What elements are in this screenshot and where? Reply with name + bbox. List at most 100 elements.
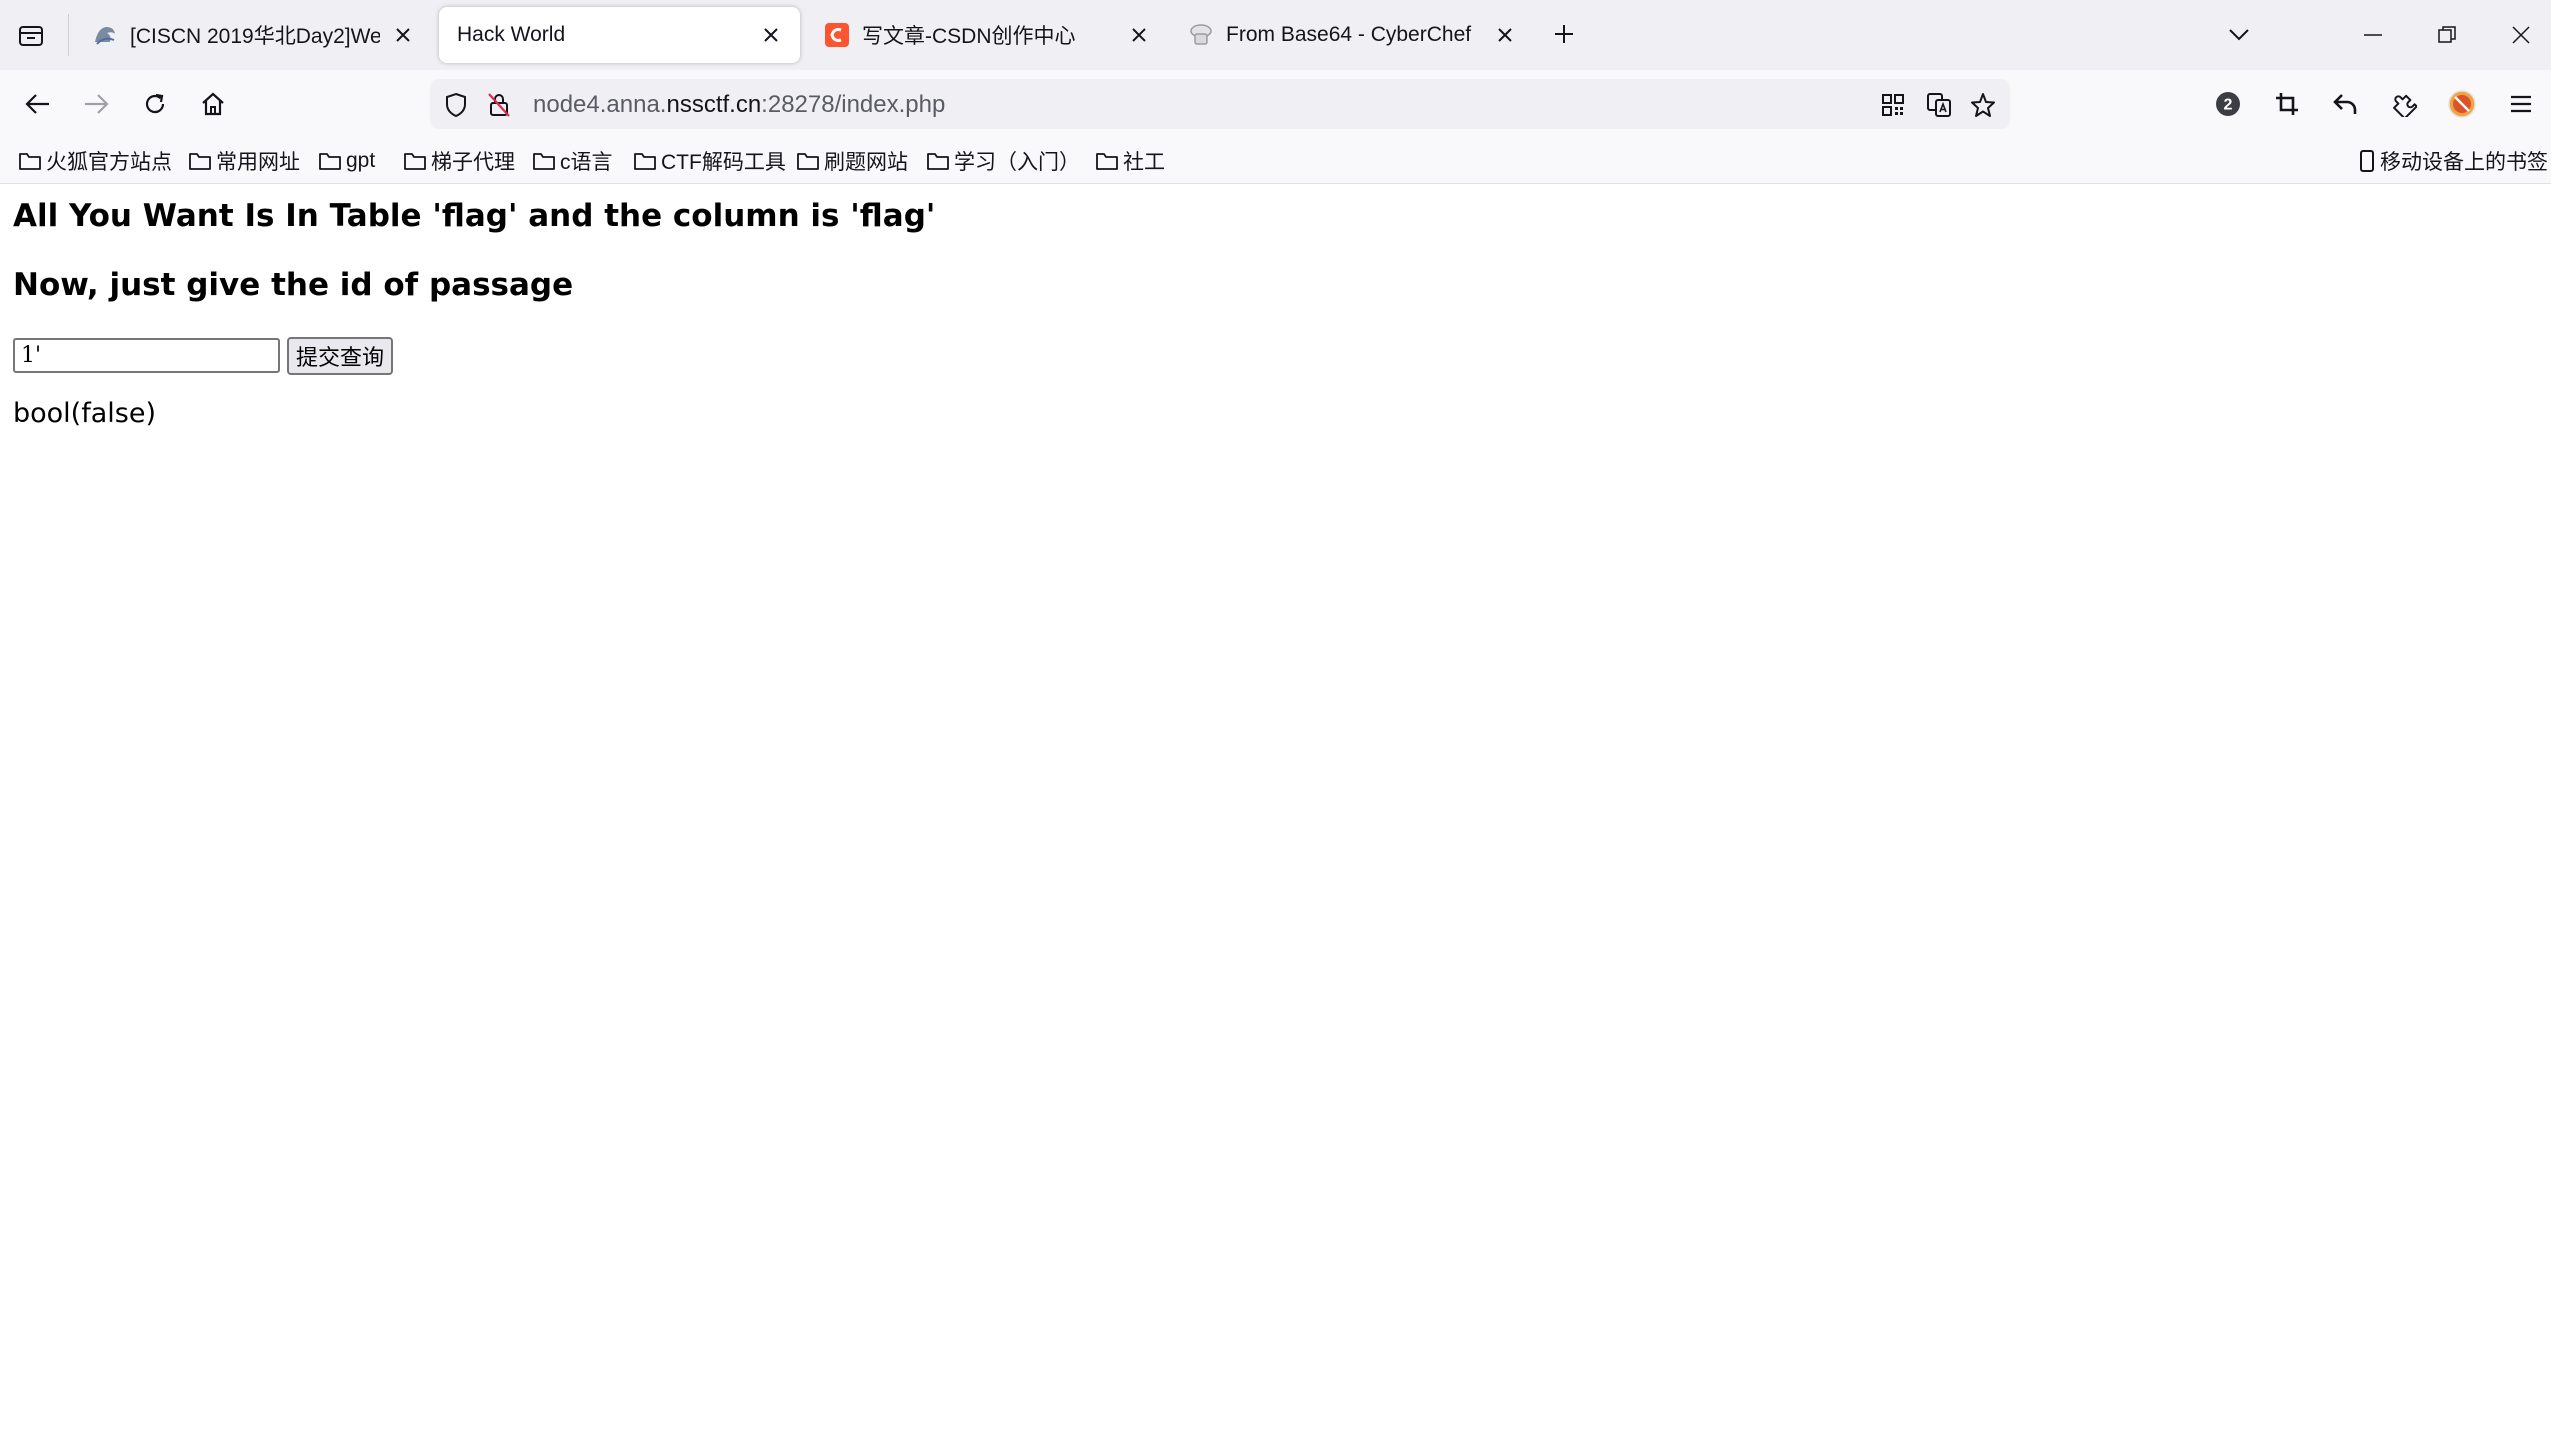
profile-button[interactable]: [2442, 84, 2482, 124]
back-button[interactable]: [18, 84, 58, 124]
folder-icon: [403, 149, 427, 173]
back-arrow-icon: [25, 94, 49, 114]
url-domain: nssctf.cn: [666, 91, 762, 118]
folder-icon: [796, 149, 820, 173]
bookmarks-toolbar: 火狐官方站点 常用网址 gpt 梯子代理 c语言 CTF解码工具 刷题网站 学习…: [0, 138, 2551, 184]
extensions-button[interactable]: [2384, 84, 2424, 124]
tab-title: [CISCN 2019华北Day2]Web1: [130, 25, 380, 48]
url-prefix: node4.anna.: [533, 91, 667, 118]
tab-cyberchef[interactable]: From Base64 - CyberChef: [1170, 7, 1534, 63]
url-bar[interactable]: node4.anna.nssctf.cn:28278/index.php: [430, 79, 2010, 129]
tab-title: Hack World: [457, 23, 566, 46]
bookmark-folder[interactable]: 火狐官方站点: [18, 146, 172, 176]
home-button[interactable]: [193, 84, 233, 124]
puzzle-icon: [2393, 94, 2417, 117]
bookmark-label: 学习（入门）: [954, 151, 1080, 174]
close-icon: [1132, 28, 1146, 42]
restore-icon: [2438, 26, 2456, 43]
bookmark-folder[interactable]: c语言: [532, 146, 613, 176]
extension-badge-button[interactable]: 2: [2208, 84, 2248, 124]
folder-icon: [926, 149, 950, 173]
avatar-icon: [2448, 90, 2476, 118]
new-tab-button[interactable]: [1544, 14, 1584, 54]
qr-code-icon: [1882, 94, 1904, 116]
bookmark-label: 社工: [1123, 151, 1165, 174]
tab-strip: [CISCN 2019华北Day2]Web1 Hack World 写文章-CS…: [0, 0, 2551, 70]
plus-icon: [1555, 25, 1573, 43]
query-result-text: bool(false): [13, 398, 156, 429]
folder-icon: [188, 149, 212, 173]
bookmark-folder[interactable]: 刷题网站: [796, 146, 908, 176]
qr-code-button[interactable]: [1879, 91, 1907, 119]
bookmark-folder[interactable]: 梯子代理: [403, 146, 515, 176]
bookmark-label: 移动设备上的书签: [2380, 151, 2548, 174]
bookmark-label: 刷题网站: [824, 151, 908, 174]
bookmark-label: 常用网址: [216, 151, 300, 174]
bookmark-folder[interactable]: 常用网址: [188, 146, 300, 176]
folder-icon: [633, 149, 657, 173]
translate-icon: [1927, 93, 1951, 117]
folder-icon: [532, 149, 556, 173]
tab-csdn[interactable]: 写文章-CSDN创作中心: [806, 7, 1168, 63]
insecure-lock-icon: [488, 93, 510, 117]
mobile-bookmarks-folder[interactable]: 移动设备上的书签: [2358, 146, 2548, 176]
bookmark-label: c语言: [560, 151, 613, 174]
forward-button[interactable]: [76, 84, 116, 124]
tracking-protection-button[interactable]: [442, 91, 470, 119]
url-text[interactable]: node4.anna.nssctf.cn:28278/index.php: [533, 91, 945, 119]
crop-icon: [2276, 93, 2298, 115]
bookmark-folder[interactable]: 社工: [1095, 146, 1165, 176]
bookmark-label: 火狐官方站点: [46, 151, 172, 174]
restore-button[interactable]: [2417, 10, 2477, 60]
close-tab-button[interactable]: [1124, 20, 1154, 50]
undo-close-button[interactable]: [2325, 84, 2365, 124]
close-icon: [764, 28, 778, 42]
close-icon: [2512, 26, 2530, 44]
tab-title: 写文章-CSDN创作中心: [862, 25, 1076, 48]
tab-ciscn[interactable]: [CISCN 2019华北Day2]Web1: [74, 7, 432, 63]
star-icon: [1971, 93, 1995, 117]
close-icon: [396, 28, 410, 42]
url-suffix: :28278/index.php: [761, 91, 946, 118]
reload-button[interactable]: [135, 84, 175, 124]
close-tab-button[interactable]: [756, 20, 786, 50]
nssctf-icon: [92, 22, 118, 48]
list-all-tabs-button[interactable]: [2209, 10, 2269, 60]
undo-icon: [2333, 94, 2357, 114]
bookmark-label: CTF解码工具: [661, 151, 786, 174]
page-heading-table-hint: All You Want Is In Table 'flag' and the …: [13, 198, 936, 234]
passage-id-input[interactable]: [13, 338, 280, 373]
tab-hack-world[interactable]: Hack World: [439, 7, 800, 63]
folder-icon: [318, 149, 342, 173]
folder-icon: [18, 149, 42, 173]
site-info-button[interactable]: [485, 91, 513, 119]
bookmark-folder[interactable]: CTF解码工具: [633, 146, 786, 176]
translate-button[interactable]: [1925, 91, 1953, 119]
screenshot-button[interactable]: [2267, 84, 2307, 124]
bookmark-folder[interactable]: 学习（入门）: [926, 146, 1080, 176]
home-icon: [202, 92, 224, 116]
forward-arrow-icon: [85, 94, 109, 114]
firefox-view-button[interactable]: [10, 17, 52, 55]
hamburger-menu-icon: [2511, 95, 2531, 113]
close-tab-button[interactable]: [388, 20, 418, 50]
folder-icon: [1095, 149, 1119, 173]
navigation-toolbar: node4.anna.nssctf.cn:28278/index.php 2: [0, 70, 2551, 138]
minimize-icon: [2364, 34, 2382, 36]
cyberchef-icon: [1188, 22, 1214, 48]
close-window-button[interactable]: [2491, 10, 2551, 60]
bookmark-label: 梯子代理: [431, 151, 515, 174]
minimize-button[interactable]: [2343, 10, 2403, 60]
mobile-device-icon: [2358, 149, 2376, 173]
bookmark-star-button[interactable]: [1969, 91, 1997, 119]
bookmark-label: gpt: [346, 149, 376, 172]
app-menu-button[interactable]: [2501, 84, 2541, 124]
bookmark-folder[interactable]: gpt: [318, 146, 375, 176]
svg-text:2: 2: [2224, 97, 2233, 114]
badge-icon: 2: [2216, 92, 2240, 116]
tab-title: From Base64 - CyberChef: [1226, 23, 1472, 46]
close-icon: [1498, 28, 1512, 42]
reload-icon: [145, 93, 165, 114]
close-tab-button[interactable]: [1490, 20, 1520, 50]
submit-query-button[interactable]: 提交查询: [287, 337, 393, 375]
